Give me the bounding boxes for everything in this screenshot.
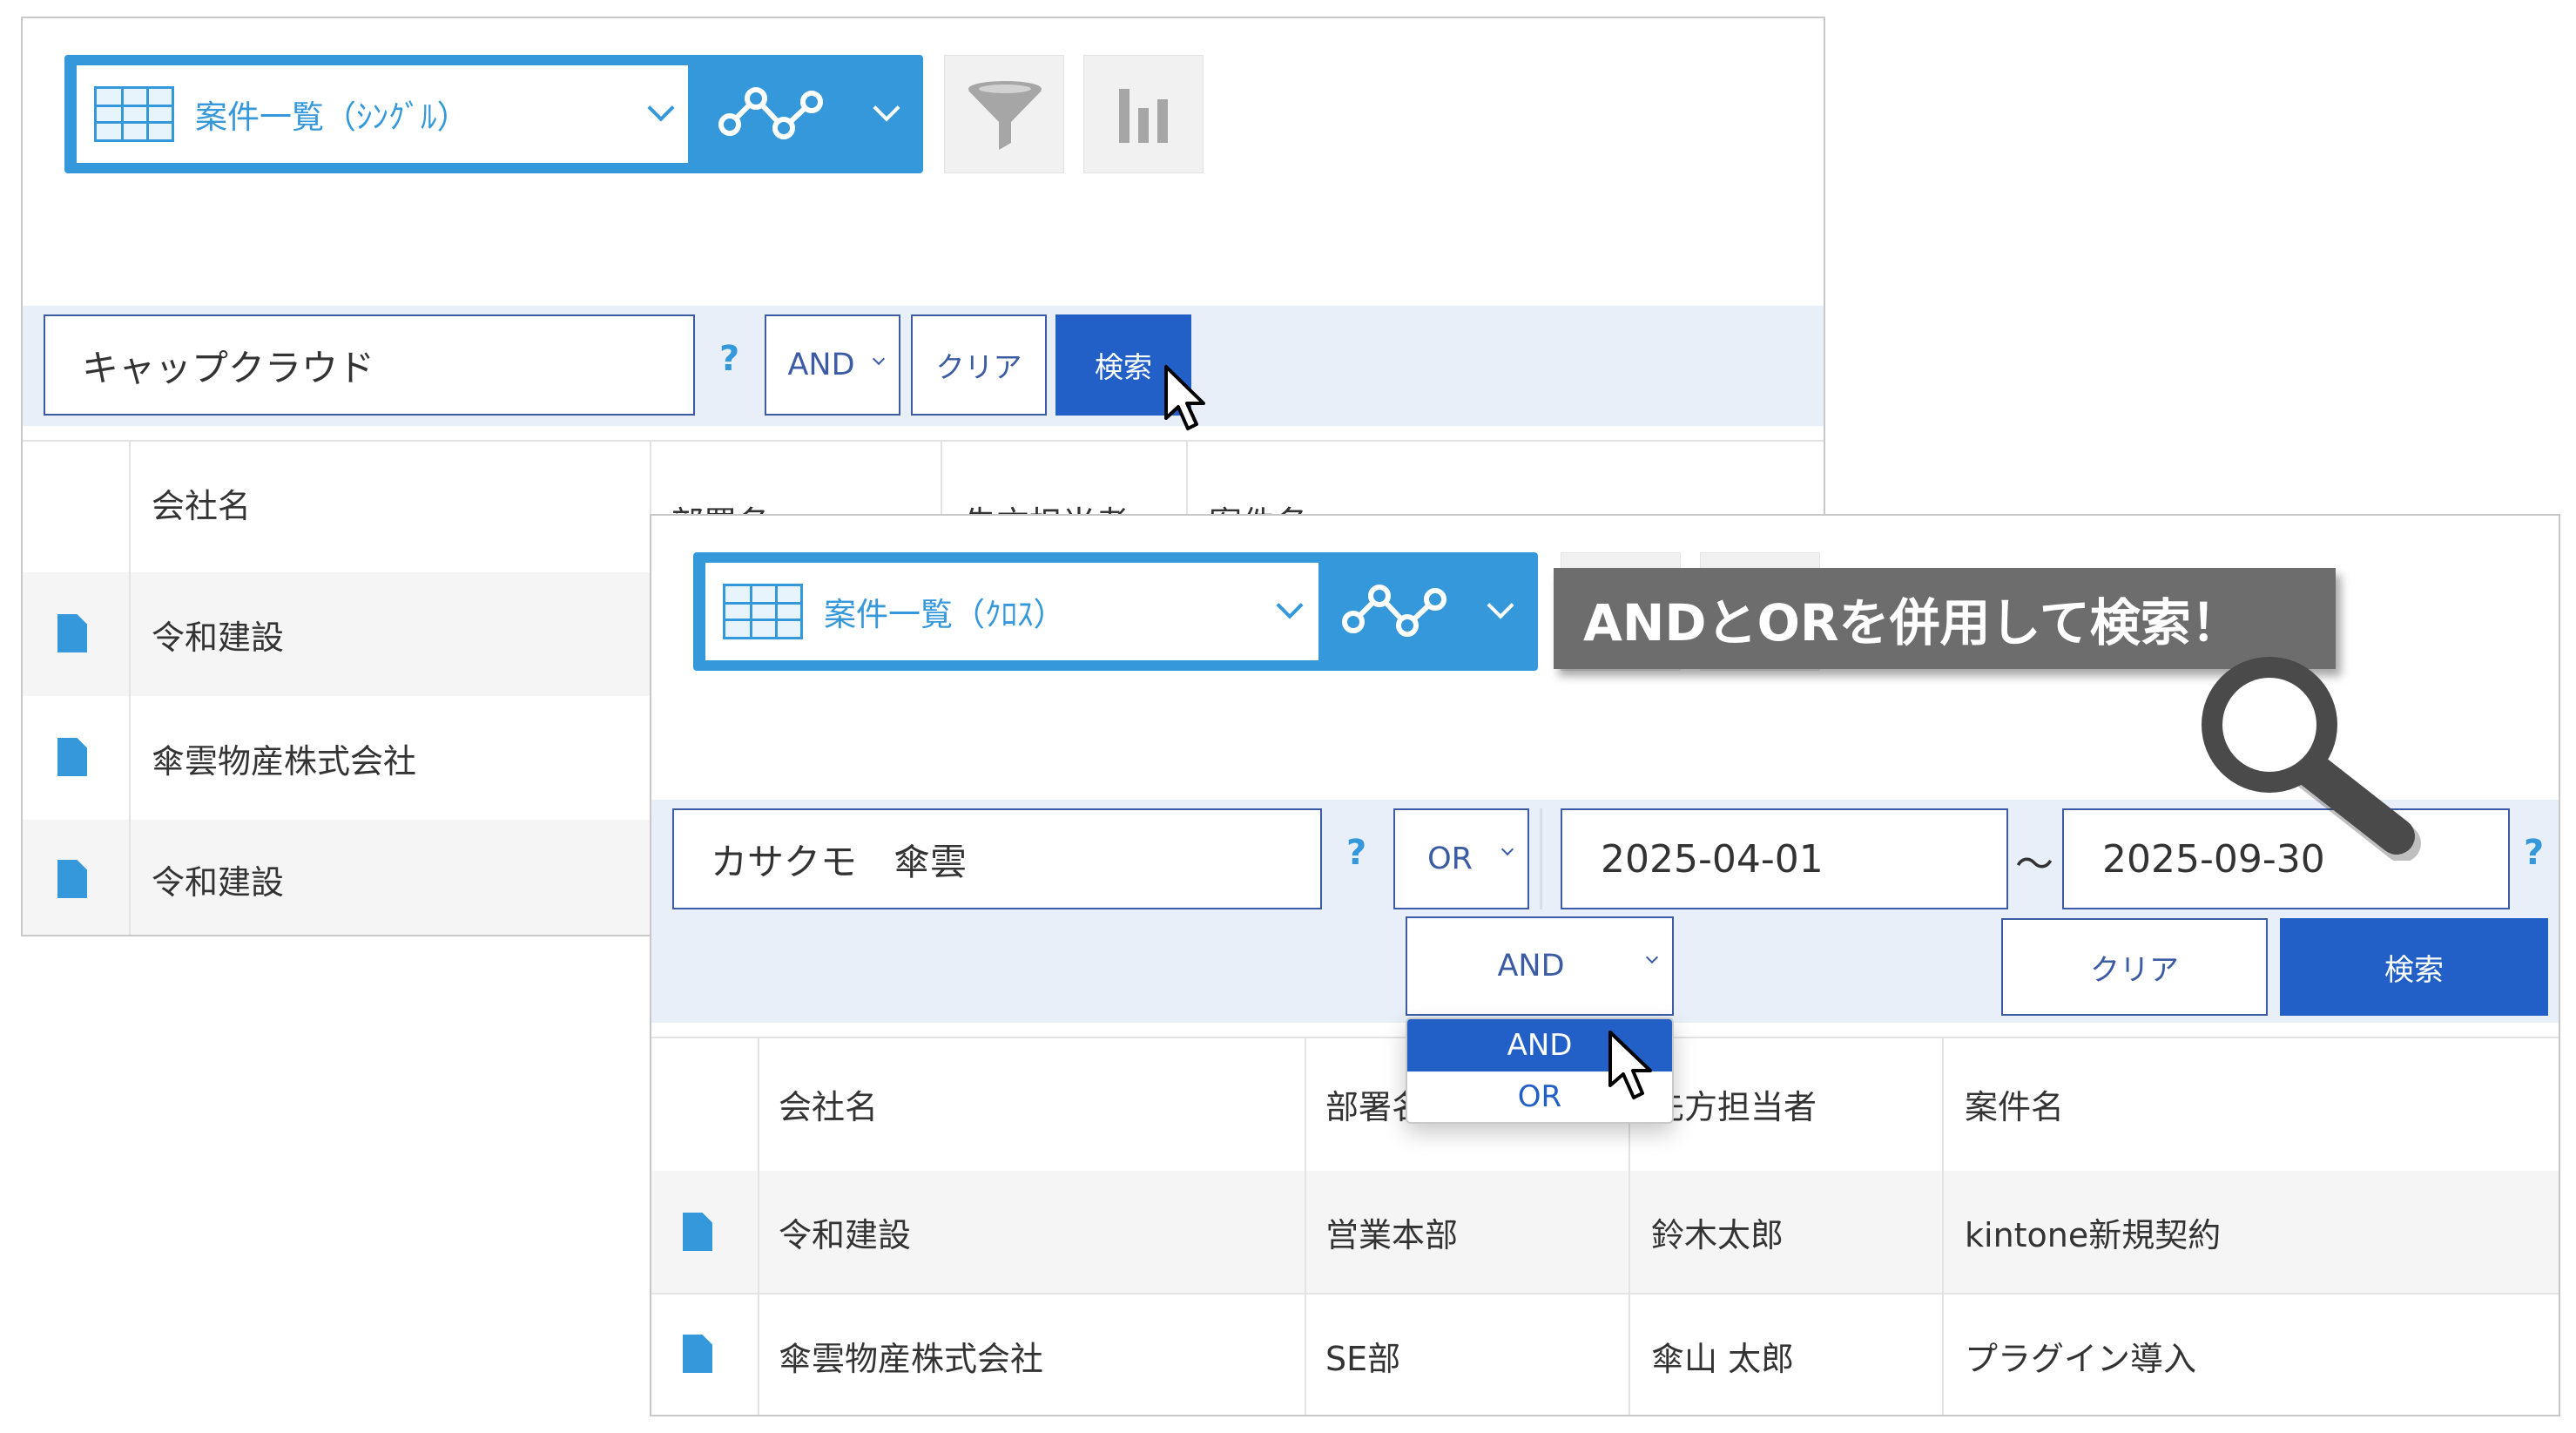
cell-company: 傘雲物産株式会社 xyxy=(152,741,417,781)
date-from-input[interactable]: 2025-04-01 xyxy=(1561,808,2008,909)
separator xyxy=(1540,808,1542,909)
view-label: 案件一覧（ｼﾝｸﾞﾙ） xyxy=(195,98,469,136)
search-button[interactable]: 検索 xyxy=(2280,918,2548,1016)
view-dropdown[interactable]: 案件一覧（ｼﾝｸﾞﾙ） xyxy=(77,65,688,163)
view-selector[interactable]: 案件一覧（ｼﾝｸﾞﾙ） xyxy=(64,55,923,173)
cell-contact: 鈴木太郎 xyxy=(1651,1215,1784,1254)
cell-deal: kintone新規契約 xyxy=(1965,1215,2222,1254)
column-divider xyxy=(758,1037,759,1415)
cell-company: 令和建設 xyxy=(152,618,285,657)
chevron-down-icon xyxy=(1276,591,1304,619)
cell-company: 令和建設 xyxy=(779,1215,912,1254)
column-divider xyxy=(129,440,131,935)
cell-deal: プラグイン導入 xyxy=(1965,1339,2197,1378)
column-divider xyxy=(1942,1037,1944,1415)
view-selector[interactable]: 案件一覧（ｸﾛｽ） xyxy=(693,552,1538,671)
cell-company: 令和建設 xyxy=(152,862,285,902)
record-detail-icon[interactable] xyxy=(57,738,87,776)
operator-select[interactable]: OR xyxy=(1393,808,1529,909)
graph-chevron-down-icon[interactable] xyxy=(873,94,900,122)
operator-value: AND xyxy=(787,348,855,382)
chart-button[interactable] xyxy=(1083,55,1204,173)
column-header-contact[interactable]: 先方担当者 xyxy=(1651,1037,1817,1171)
record-detail-icon[interactable] xyxy=(683,1335,712,1373)
table-view-icon xyxy=(723,584,803,639)
chevron-down-icon xyxy=(1645,950,1659,964)
chevron-down-icon xyxy=(1500,842,1514,856)
filter-button[interactable] xyxy=(944,55,1064,173)
combine-operator-select[interactable]: AND xyxy=(1406,916,1674,1016)
table-view-icon xyxy=(94,86,174,142)
magnifier-icon xyxy=(2202,657,2421,861)
column-divider xyxy=(1305,1037,1306,1415)
help-icon[interactable]: ? xyxy=(719,339,739,379)
clear-button[interactable]: クリア xyxy=(2001,918,2268,1016)
keyword-input[interactable]: カサクモ 傘雲 xyxy=(672,808,1322,909)
mouse-cursor-icon xyxy=(1164,365,1205,430)
chevron-down-icon xyxy=(872,352,886,366)
column-header-company[interactable]: 会社名 xyxy=(152,468,251,537)
operator-value: OR xyxy=(1427,842,1473,876)
graph-icon[interactable] xyxy=(1341,578,1449,641)
cell-department: SE部 xyxy=(1325,1339,1401,1378)
help-icon[interactable]: ? xyxy=(1346,833,1366,873)
graph-icon[interactable] xyxy=(718,81,826,144)
date-help-icon[interactable]: ? xyxy=(2524,833,2544,873)
column-header-deal[interactable]: 案件名 xyxy=(1965,1037,2064,1171)
view-label: 案件一覧（ｸﾛｽ） xyxy=(824,596,1066,633)
table-row[interactable] xyxy=(651,1171,2559,1293)
view-dropdown[interactable]: 案件一覧（ｸﾛｽ） xyxy=(705,563,1318,660)
cell-contact: 傘山 太郎 xyxy=(1651,1339,1795,1378)
callout-text: ANDとORを併用して検索！ xyxy=(1583,593,2242,652)
record-detail-icon[interactable] xyxy=(683,1213,712,1251)
bar-chart-icon xyxy=(1119,89,1168,143)
cell-department: 営業本部 xyxy=(1325,1215,1459,1254)
record-detail-icon[interactable] xyxy=(57,614,87,652)
funnel-icon xyxy=(968,81,1042,150)
cell-company: 傘雲物産株式会社 xyxy=(779,1339,1044,1378)
chevron-down-icon xyxy=(647,94,675,122)
operator-select[interactable]: AND xyxy=(765,314,900,416)
graph-chevron-down-icon[interactable] xyxy=(1487,591,1514,619)
date-range-separator: ～ xyxy=(2015,842,2053,887)
clear-button[interactable]: クリア xyxy=(911,314,1047,416)
table-top-border xyxy=(23,440,1824,442)
column-header-company[interactable]: 会社名 xyxy=(779,1037,878,1171)
keyword-input[interactable]: キャップクラウド xyxy=(44,314,695,416)
record-detail-icon[interactable] xyxy=(57,860,87,898)
mouse-cursor-icon xyxy=(1608,1031,1652,1099)
combine-operator-value: AND xyxy=(1497,949,1565,983)
